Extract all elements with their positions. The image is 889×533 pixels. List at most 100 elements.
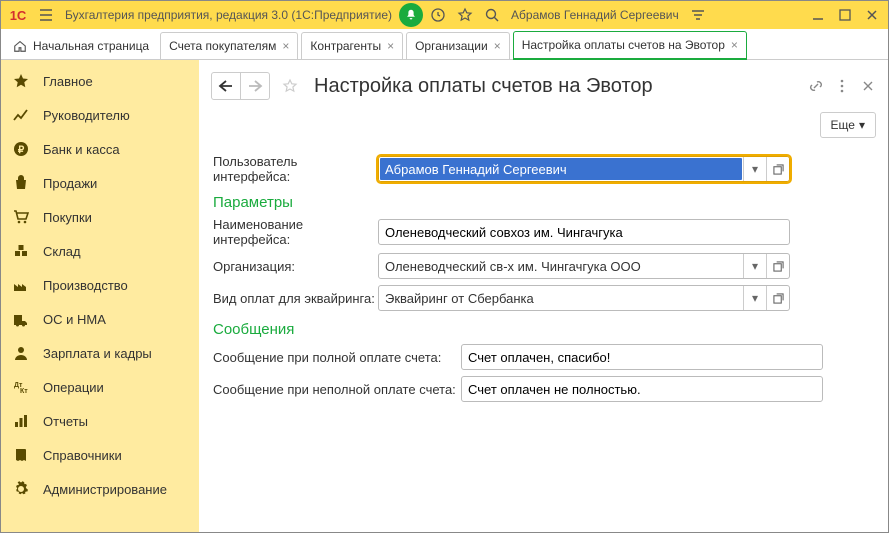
tab-label: Контрагенты xyxy=(310,39,381,53)
sidebar-item-label: Продажи xyxy=(43,176,97,191)
sidebar-item-reports[interactable]: Отчеты xyxy=(1,404,199,438)
close-icon[interactable]: × xyxy=(387,39,394,53)
msg-full-field[interactable] xyxy=(461,344,823,370)
kebab-icon[interactable] xyxy=(834,78,850,94)
chart-bar-icon xyxy=(13,413,29,429)
favorite-page-icon[interactable] xyxy=(278,74,302,98)
msg-part-label: Сообщение при неполной оплате счета: xyxy=(213,382,461,397)
page-title: Настройка оплаты счетов на Эвотор xyxy=(314,75,653,98)
tab-label: Настройка оплаты счетов на Эвотор xyxy=(522,38,725,52)
notifications-icon[interactable] xyxy=(399,3,423,27)
tab-label: Организации xyxy=(415,39,488,53)
tab-evotor-settings[interactable]: Настройка оплаты счетов на Эвотор × xyxy=(513,31,747,60)
msg-full-input[interactable] xyxy=(462,345,822,369)
section-messages: Сообщения xyxy=(213,321,874,338)
tab-home[interactable]: Начальная страница xyxy=(5,33,157,59)
dropdown-icon[interactable]: ▾ xyxy=(743,157,766,181)
minimize-button[interactable] xyxy=(806,3,830,27)
sidebar-item-assets[interactable]: ОС и НМА xyxy=(1,302,199,336)
tab-invoices[interactable]: Счета покупателям × xyxy=(160,32,298,59)
msg-full-label: Сообщение при полной оплате счета: xyxy=(213,350,461,365)
journal-icon: ДтКт xyxy=(13,379,29,395)
sidebar-item-label: ОС и НМА xyxy=(43,312,106,327)
more-button[interactable]: Еще ▾ xyxy=(820,112,876,138)
tab-label: Начальная страница xyxy=(33,39,149,53)
current-user[interactable]: Абрамов Геннадий Сергеевич xyxy=(507,8,683,22)
app-logo: 1C xyxy=(5,6,31,24)
svg-text:Кт: Кт xyxy=(20,388,28,395)
org-field[interactable]: Оленеводческий св-х им. Чингачгука ООО ▾ xyxy=(378,253,790,279)
sidebar-item-manager[interactable]: Руководителю xyxy=(1,98,199,132)
close-page-icon[interactable] xyxy=(860,78,876,94)
msg-part-input[interactable] xyxy=(462,377,822,401)
page-toolbar: Настройка оплаты счетов на Эвотор xyxy=(199,60,888,112)
dropdown-icon[interactable]: ▾ xyxy=(743,286,766,310)
sidebar-item-admin[interactable]: Администрирование xyxy=(1,472,199,506)
star-icon xyxy=(13,73,29,89)
ruble-icon: ₽ xyxy=(13,141,29,157)
body: Главное Руководителю ₽ Банк и касса Прода… xyxy=(1,60,888,532)
tabstrip: Начальная страница Счета покупателям × К… xyxy=(1,29,888,60)
app-window: 1C Бухгалтерия предприятия, редакция 3.0… xyxy=(0,0,889,533)
sidebar-item-warehouse[interactable]: Склад xyxy=(1,234,199,268)
sidebar-item-sales[interactable]: Продажи xyxy=(1,166,199,200)
sidebar-item-bank[interactable]: ₽ Банк и касса xyxy=(1,132,199,166)
book-icon xyxy=(13,447,29,463)
chevron-down-icon: ▾ xyxy=(859,118,865,132)
truck-icon xyxy=(13,311,29,327)
iface-name-field[interactable] xyxy=(378,219,790,245)
acq-label: Вид оплат для эквайринга: xyxy=(213,291,378,306)
tab-label: Счета покупателям xyxy=(169,39,276,53)
close-button[interactable] xyxy=(860,3,884,27)
sidebar-item-payroll[interactable]: Зарплата и кадры xyxy=(1,336,199,370)
favorite-icon[interactable] xyxy=(453,3,477,27)
user-field[interactable]: Абрамов Геннадий Сергеевич ▾ xyxy=(378,156,790,182)
sidebar-item-label: Склад xyxy=(43,244,81,259)
acq-field[interactable]: Эквайринг от Сбербанка ▾ xyxy=(378,285,790,311)
svg-text:₽: ₽ xyxy=(18,145,25,156)
tab-counterparties[interactable]: Контрагенты × xyxy=(301,32,403,59)
maximize-button[interactable] xyxy=(833,3,857,27)
user-value: Абрамов Геннадий Сергеевич xyxy=(380,158,742,180)
main: Настройка оплаты счетов на Эвотор Еще ▾ … xyxy=(199,60,888,532)
sidebar-item-label: Операции xyxy=(43,380,104,395)
dropdown-icon[interactable]: ▾ xyxy=(743,254,766,278)
sidebar-item-label: Зарплата и кадры xyxy=(43,346,152,361)
open-icon[interactable] xyxy=(766,157,789,181)
msg-part-field[interactable] xyxy=(461,376,823,402)
forward-button xyxy=(240,73,269,99)
form: Пользователь интерфейса: Абрамов Геннади… xyxy=(199,148,888,408)
sidebar-item-label: Покупки xyxy=(43,210,92,225)
open-icon[interactable] xyxy=(766,254,789,278)
sidebar-item-catalogs[interactable]: Справочники xyxy=(1,438,199,472)
link-icon[interactable] xyxy=(808,78,824,94)
search-icon[interactable] xyxy=(480,3,504,27)
settings-icon[interactable] xyxy=(686,3,710,27)
close-icon[interactable]: × xyxy=(494,39,501,53)
sidebar-item-label: Отчеты xyxy=(43,414,88,429)
back-button[interactable] xyxy=(212,73,240,99)
sidebar-item-operations[interactable]: ДтКт Операции xyxy=(1,370,199,404)
cart-icon xyxy=(13,209,29,225)
sidebar: Главное Руководителю ₽ Банк и касса Прода… xyxy=(1,60,199,532)
org-label: Организация: xyxy=(213,259,378,274)
sidebar-item-production[interactable]: Производство xyxy=(1,268,199,302)
sidebar-item-main[interactable]: Главное xyxy=(1,64,199,98)
tab-organizations[interactable]: Организации × xyxy=(406,32,510,59)
menu-icon[interactable] xyxy=(34,3,58,27)
history-icon[interactable] xyxy=(426,3,450,27)
open-icon[interactable] xyxy=(766,286,789,310)
home-icon xyxy=(13,39,27,53)
sidebar-item-label: Главное xyxy=(43,74,93,89)
chart-line-icon xyxy=(13,107,29,123)
iface-name-label: Наименование интерфейса: xyxy=(213,217,378,247)
close-icon[interactable]: × xyxy=(282,39,289,53)
sidebar-item-purchases[interactable]: Покупки xyxy=(1,200,199,234)
titlebar: 1C Бухгалтерия предприятия, редакция 3.0… xyxy=(1,1,888,29)
sidebar-item-label: Администрирование xyxy=(43,482,167,497)
close-icon[interactable]: × xyxy=(731,38,738,52)
sidebar-item-label: Банк и касса xyxy=(43,142,120,157)
sidebar-item-label: Руководителю xyxy=(43,108,130,123)
iface-name-input[interactable] xyxy=(379,220,789,244)
acq-value: Эквайринг от Сбербанка xyxy=(379,286,743,310)
